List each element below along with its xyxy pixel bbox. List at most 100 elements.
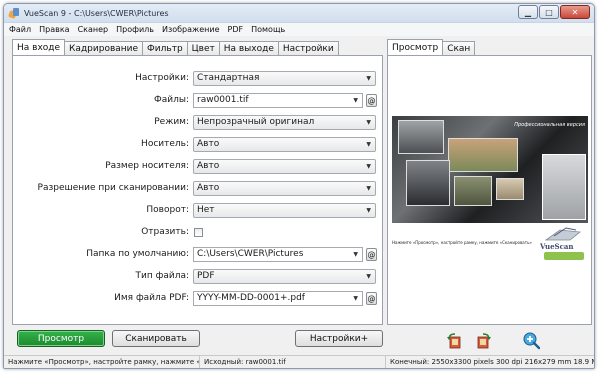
- menu-bar: Файл Правка Сканер Профиль Изображение P…: [4, 23, 594, 36]
- input-tab-content: Настройки: Стандартная ▼ Файлы: raw0001.…: [12, 55, 383, 325]
- preview-caption: Профессиональная версия: [514, 122, 585, 128]
- preview-area[interactable]: Профессиональная версия Нажмите «Просмот…: [387, 55, 592, 325]
- file-type-dropdown[interactable]: PDF ▼: [193, 268, 376, 284]
- chevron-down-icon: ▼: [353, 250, 358, 258]
- media-size-value: Авто: [197, 161, 220, 171]
- menu-help[interactable]: Помощь: [251, 25, 285, 34]
- mode-row: Режим: Непрозрачный оригинал ▼: [13, 114, 384, 130]
- settings-dropdown[interactable]: Стандартная ▼: [193, 70, 376, 86]
- pdf-file-name-label: Имя файла PDF:: [114, 293, 189, 303]
- chevron-down-icon: ▼: [366, 184, 371, 192]
- vuescan-app-icon: [8, 7, 20, 19]
- title-bar: VueScan 9 - C:\Users\CWER\Pictures ▁ □ ✕: [4, 4, 594, 23]
- tab-output[interactable]: На выходе: [218, 41, 279, 55]
- default-folder-value: C:\Users\CWER\Pictures: [197, 249, 304, 259]
- tab-input[interactable]: На входе: [12, 39, 66, 55]
- maximize-button[interactable]: □: [539, 5, 559, 19]
- chevron-down-icon: ▼: [366, 118, 371, 126]
- menu-file[interactable]: Файл: [9, 25, 31, 34]
- default-folder-label: Папка по умолчанию:: [86, 249, 189, 259]
- rotate-left-icon[interactable]: [446, 332, 464, 350]
- menu-scanner[interactable]: Сканер: [78, 25, 109, 34]
- logo-text: VueScan: [540, 242, 574, 251]
- settings-row: Настройки: Стандартная ▼: [13, 70, 384, 86]
- media-label: Носитель:: [141, 139, 189, 149]
- scan-resolution-value: Авто: [197, 183, 220, 193]
- pdf-file-name-input[interactable]: YYYY-MM-DD-0001+.pdf ▼: [193, 290, 363, 306]
- tab-prefs[interactable]: Настройки: [277, 41, 339, 55]
- preview-button[interactable]: Просмотр: [17, 330, 105, 347]
- menu-image[interactable]: Изображение: [162, 25, 220, 34]
- rotation-label: Поворот:: [146, 205, 189, 215]
- chevron-down-icon: ▼: [353, 96, 358, 104]
- tab-crop[interactable]: Кадрирование: [64, 41, 144, 55]
- file-type-row: Тип файла: PDF ▼: [13, 268, 384, 284]
- tab-preview[interactable]: Просмотр: [387, 39, 444, 55]
- settings-label: Настройки:: [135, 73, 189, 83]
- pdf-file-name-value: YYYY-MM-DD-0001+.pdf: [197, 293, 305, 303]
- settings-tabs: На входе Кадрирование Фильтр Цвет На вых…: [12, 39, 383, 55]
- logo-tag: [544, 252, 584, 260]
- chevron-down-icon: ▼: [366, 272, 371, 280]
- window-controls: ▁ □ ✕: [518, 5, 590, 19]
- chevron-down-icon: ▼: [366, 162, 371, 170]
- menu-pdf[interactable]: PDF: [228, 25, 244, 34]
- rotation-row: Поворот: Нет ▼: [13, 202, 384, 218]
- preview-panel: Просмотр Скан Профессиональная версия На…: [387, 39, 592, 326]
- chevron-down-icon: ▼: [366, 74, 371, 82]
- status-hint: Нажмите «Просмотр», настройте рамку, наж…: [4, 355, 200, 368]
- pdf-file-name-row: Имя файла PDF: YYYY-MM-DD-0001+.pdf ▼ @: [13, 290, 384, 306]
- files-label: Файлы:: [153, 95, 189, 105]
- window-title: VueScan 9 - C:\Users\CWER\Pictures: [24, 8, 169, 18]
- close-button[interactable]: ✕: [560, 5, 590, 19]
- default-folder-input[interactable]: C:\Users\CWER\Pictures ▼: [193, 246, 363, 262]
- media-value: Авто: [197, 139, 220, 149]
- scan-resolution-label: Разрешение при сканировании:: [37, 183, 189, 193]
- mode-dropdown[interactable]: Непрозрачный оригинал ▼: [193, 114, 376, 130]
- media-size-label: Размер носителя:: [105, 161, 189, 171]
- default-folder-at-button[interactable]: @: [366, 247, 377, 261]
- pdf-file-name-at-button[interactable]: @: [366, 291, 377, 305]
- scan-resolution-row: Разрешение при сканировании: Авто ▼: [13, 180, 384, 196]
- files-value: raw0001.tif: [197, 95, 249, 105]
- mirror-label: Отразить:: [141, 227, 189, 237]
- chevron-down-icon: ▼: [366, 140, 371, 148]
- preview-collage: Профессиональная версия: [392, 116, 588, 223]
- media-size-dropdown[interactable]: Авто ▼: [193, 158, 376, 174]
- mode-label: Режим:: [154, 117, 189, 127]
- chevron-down-icon: ▼: [353, 294, 358, 302]
- scan-resolution-dropdown[interactable]: Авто ▼: [193, 180, 376, 196]
- status-source: Исходный: raw0001.tif: [200, 355, 386, 368]
- files-row: Файлы: raw0001.tif ▼ @: [13, 92, 384, 108]
- settings-panel: На входе Кадрирование Фильтр Цвет На вых…: [12, 39, 383, 326]
- minimize-button[interactable]: ▁: [518, 5, 538, 19]
- vuescan-logo: VueScan: [540, 226, 586, 264]
- files-input[interactable]: raw0001.tif ▼: [193, 92, 363, 108]
- status-output: Конечный: 2550x3300 pixels 300 dpi 216x2…: [390, 357, 594, 366]
- settings-plus-button[interactable]: Настройки+: [295, 330, 383, 347]
- rotate-right-icon[interactable]: [474, 332, 492, 350]
- app-window: VueScan 9 - C:\Users\CWER\Pictures ▁ □ ✕…: [3, 3, 595, 369]
- media-dropdown[interactable]: Авто ▼: [193, 136, 376, 152]
- file-type-value: PDF: [197, 271, 215, 281]
- tab-filter[interactable]: Фильтр: [142, 41, 188, 55]
- scanner-logo-icon: [544, 227, 582, 241]
- rotation-value: Нет: [197, 205, 215, 215]
- zoom-in-icon[interactable]: [522, 332, 540, 350]
- media-row: Носитель: Авто ▼: [13, 136, 384, 152]
- tab-color[interactable]: Цвет: [186, 41, 220, 55]
- menu-edit[interactable]: Правка: [39, 25, 69, 34]
- preview-image: Профессиональная версия Нажмите «Просмот…: [392, 116, 588, 266]
- media-size-row: Размер носителя: Авто ▼: [13, 158, 384, 174]
- preview-tabs: Просмотр Скан: [387, 39, 592, 55]
- tab-scan[interactable]: Скан: [442, 41, 476, 55]
- rotation-dropdown[interactable]: Нет ▼: [193, 202, 376, 218]
- mirror-checkbox[interactable]: [194, 227, 203, 237]
- preview-footer-text: Нажмите «Просмотр», настройте рамку, наж…: [392, 240, 532, 245]
- menu-profile[interactable]: Профиль: [116, 25, 154, 34]
- scan-button[interactable]: Сканировать: [112, 330, 200, 347]
- mode-value: Непрозрачный оригинал: [197, 117, 315, 127]
- file-type-label: Тип файла:: [135, 271, 189, 281]
- mirror-row: Отразить:: [13, 224, 384, 240]
- files-at-button[interactable]: @: [366, 93, 377, 107]
